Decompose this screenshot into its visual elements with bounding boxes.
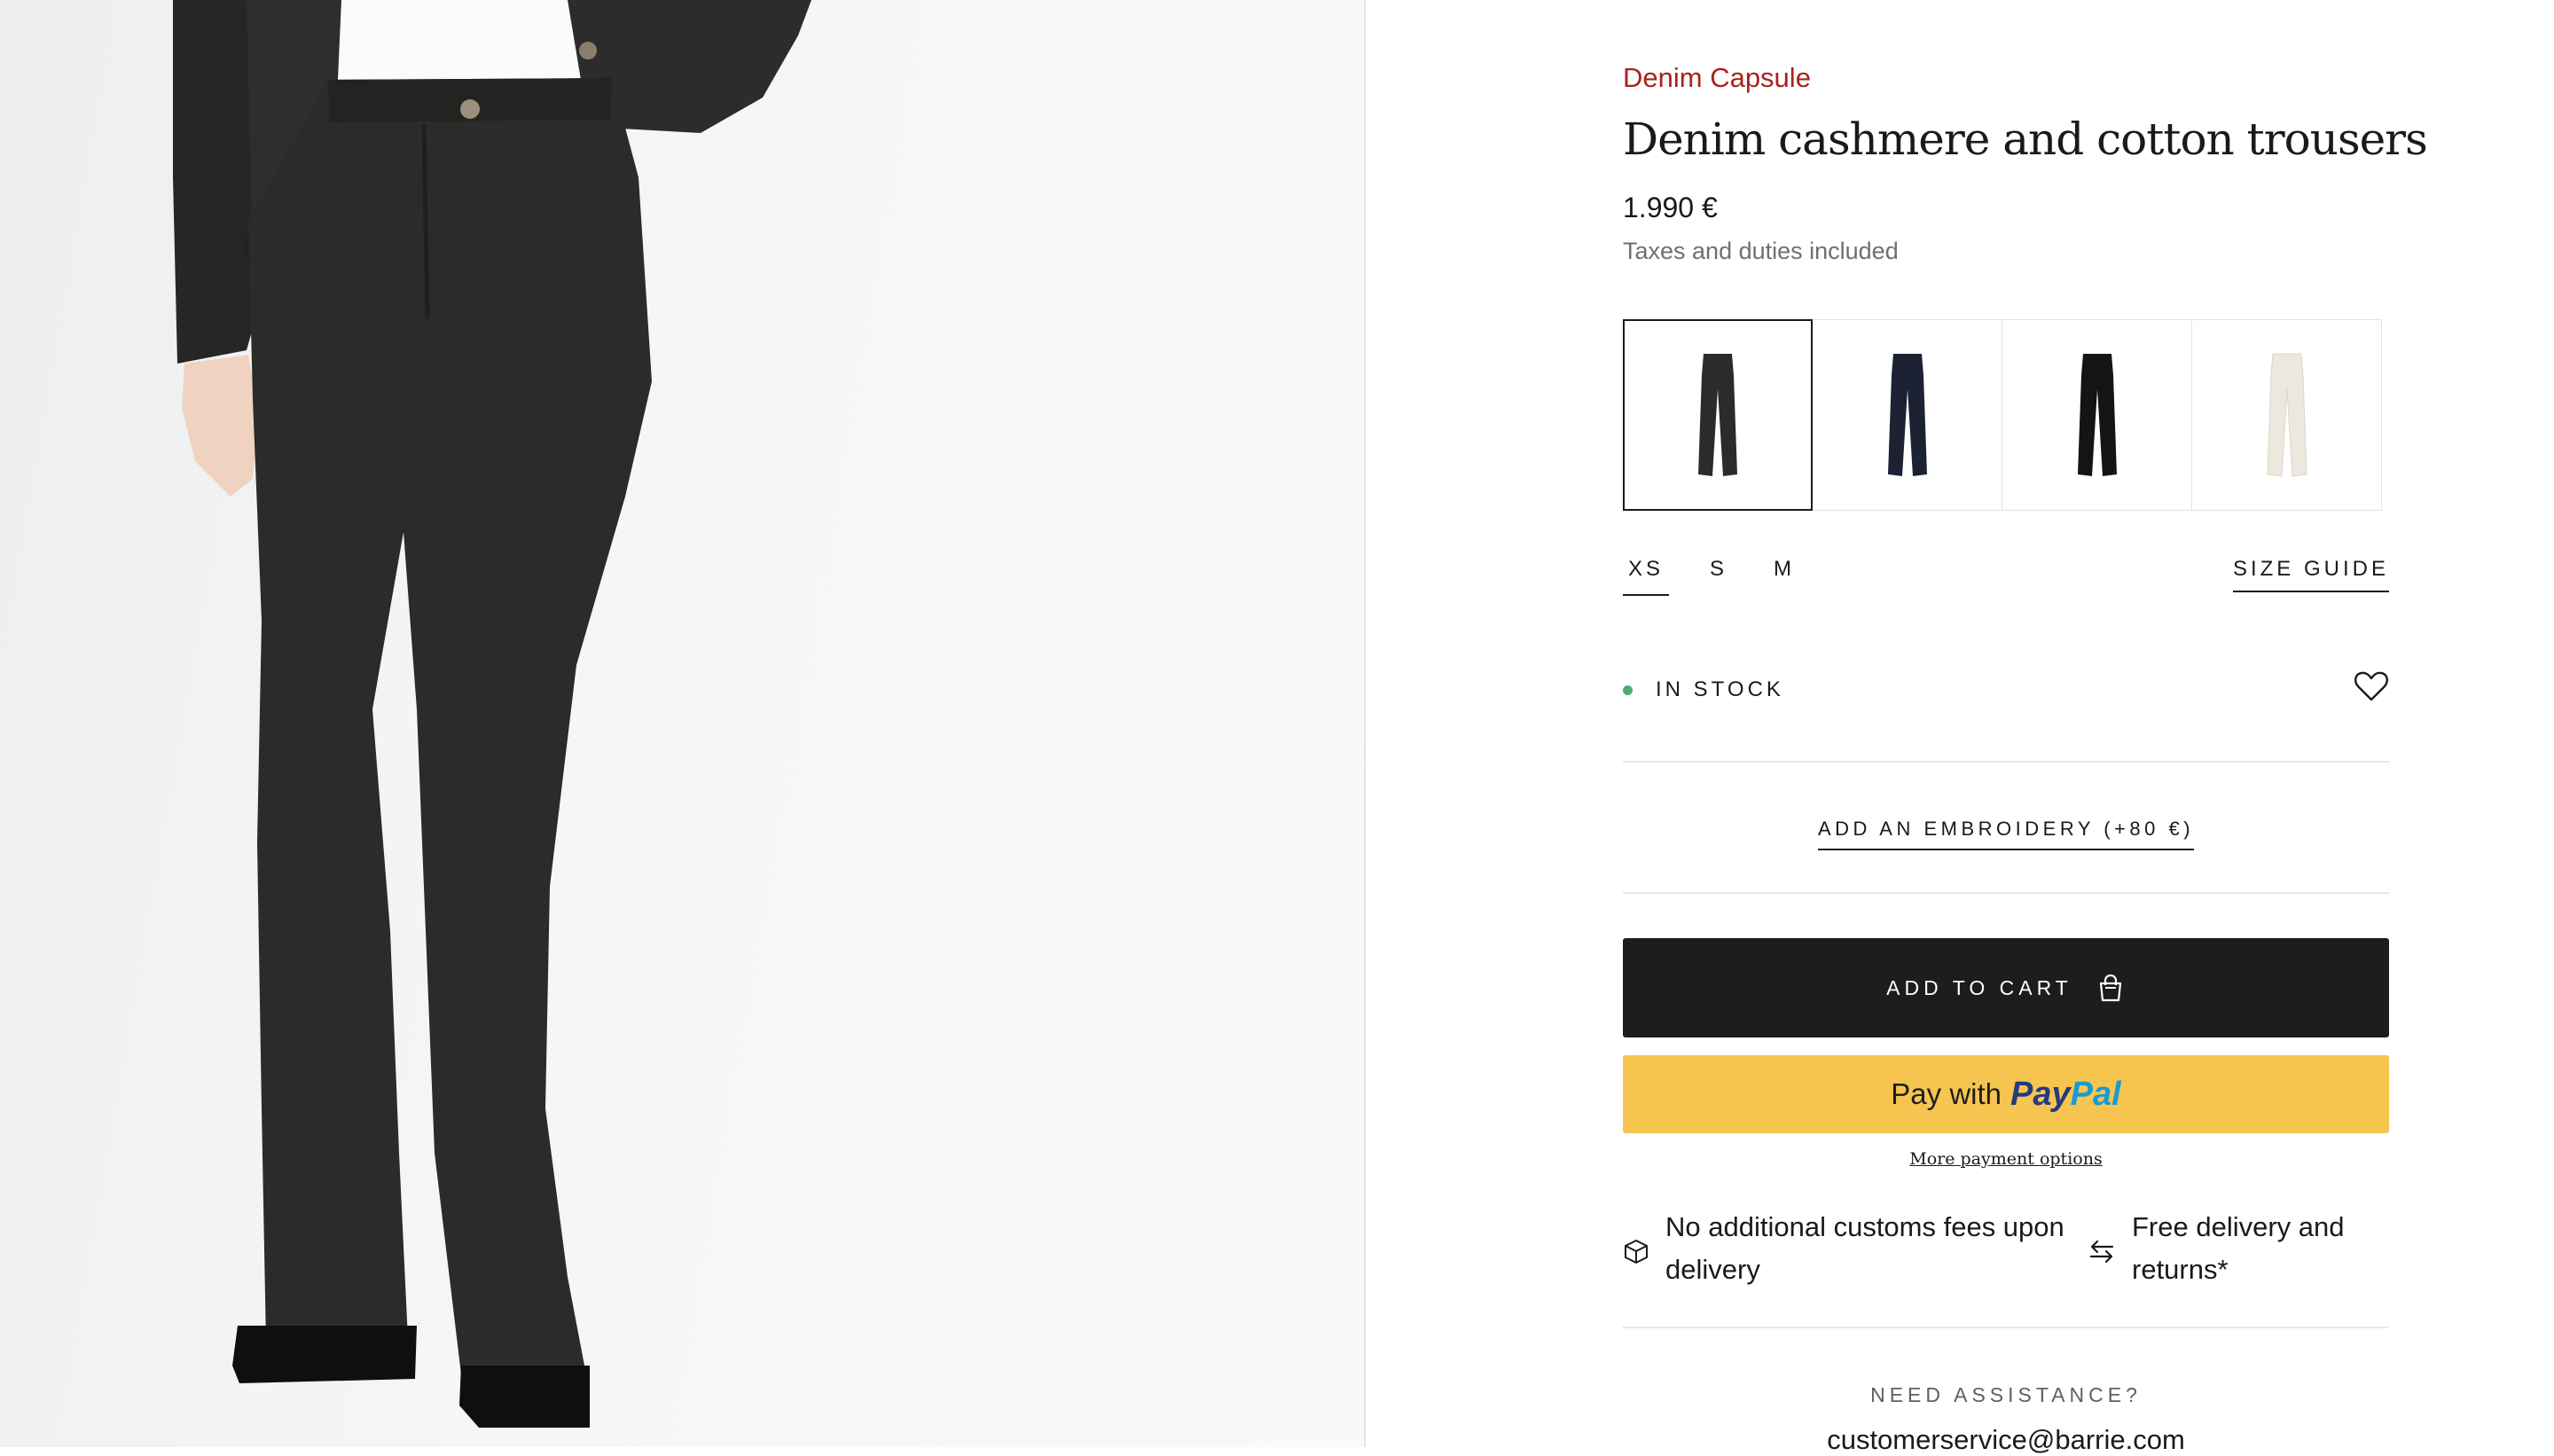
divider: [1623, 761, 2389, 763]
collection-link[interactable]: Denim Capsule: [1623, 62, 1811, 94]
feature-customs: No additional customs fees upon delivery: [1623, 1206, 2084, 1291]
add-embroidery-link[interactable]: ADD AN EMBROIDERY (+80 €): [1817, 818, 2195, 850]
trousers-thumbnail-icon: [1698, 354, 1737, 476]
add-to-cart-label: ADD TO CART: [1886, 975, 2072, 999]
embroidery-option: ADD AN EMBROIDERY (+80 €): [1623, 818, 2389, 850]
paypal-pay-with: Pay with: [1891, 1077, 2002, 1110]
swatch-charcoal[interactable]: [1623, 319, 1813, 511]
size-selector: XS S M: [1623, 557, 1836, 596]
trousers-thumbnail-icon: [1887, 354, 1927, 476]
exchange-arrows-icon: [2089, 1240, 2114, 1264]
feature-customs-text: No additional customs fees upon delivery: [1665, 1211, 2064, 1285]
add-to-cart-button[interactable]: ADD TO CART: [1623, 938, 2389, 1037]
feature-delivery-text: Free delivery and returns*: [2132, 1211, 2345, 1285]
more-payment-options: More payment options: [1623, 1149, 2389, 1169]
product-title: Denim cashmere and cotton trousers: [1623, 114, 2428, 165]
swatch-ivory[interactable]: [2192, 319, 2382, 511]
divider: [1623, 1327, 2389, 1328]
size-option-m[interactable]: M: [1768, 557, 1800, 596]
size-guide-link[interactable]: SIZE GUIDE: [2232, 557, 2389, 592]
divider: [1623, 892, 2389, 894]
box-icon: [1625, 1240, 1648, 1264]
tax-note: Taxes and duties included: [1623, 238, 1899, 264]
product-panel: Denim Capsule Denim cashmere and cotton …: [1623, 0, 2428, 1455]
model-wearing-trousers-illustration: [173, 0, 811, 1428]
customer-service-email[interactable]: customerservice@barrie.com: [1623, 1424, 2389, 1456]
assistance-heading: NEED ASSISTANCE?: [1870, 1383, 2142, 1406]
product-price: 1.990 €: [1623, 192, 1718, 223]
trousers-thumbnail-icon: [2266, 353, 2307, 477]
more-payment-options-link[interactable]: More payment options: [1909, 1149, 2102, 1169]
paypal-logo-part1: Pay: [2010, 1075, 2071, 1113]
stock-status: IN STOCK: [1623, 677, 1784, 702]
feature-delivery: Free delivery and returns*: [2088, 1206, 2389, 1291]
shopping-bag-icon: [2099, 974, 2121, 1002]
paypal-logo-part2: Pal: [2070, 1075, 2121, 1113]
paypal-button[interactable]: Pay with Pay Pal: [1623, 1055, 2389, 1133]
size-option-s[interactable]: S: [1704, 557, 1733, 596]
heart-icon: [2354, 671, 2388, 701]
swatch-black[interactable]: [2002, 319, 2192, 511]
trousers-thumbnail-icon: [2077, 354, 2117, 476]
stock-label: IN STOCK: [1656, 677, 1784, 701]
stock-indicator-dot: [1623, 685, 1633, 695]
wishlist-button[interactable]: [2354, 670, 2389, 707]
swatch-navy[interactable]: [1813, 319, 2002, 511]
size-option-xs[interactable]: XS: [1623, 557, 1670, 596]
color-swatches: [1623, 319, 2382, 511]
product-image: [0, 0, 1366, 1447]
